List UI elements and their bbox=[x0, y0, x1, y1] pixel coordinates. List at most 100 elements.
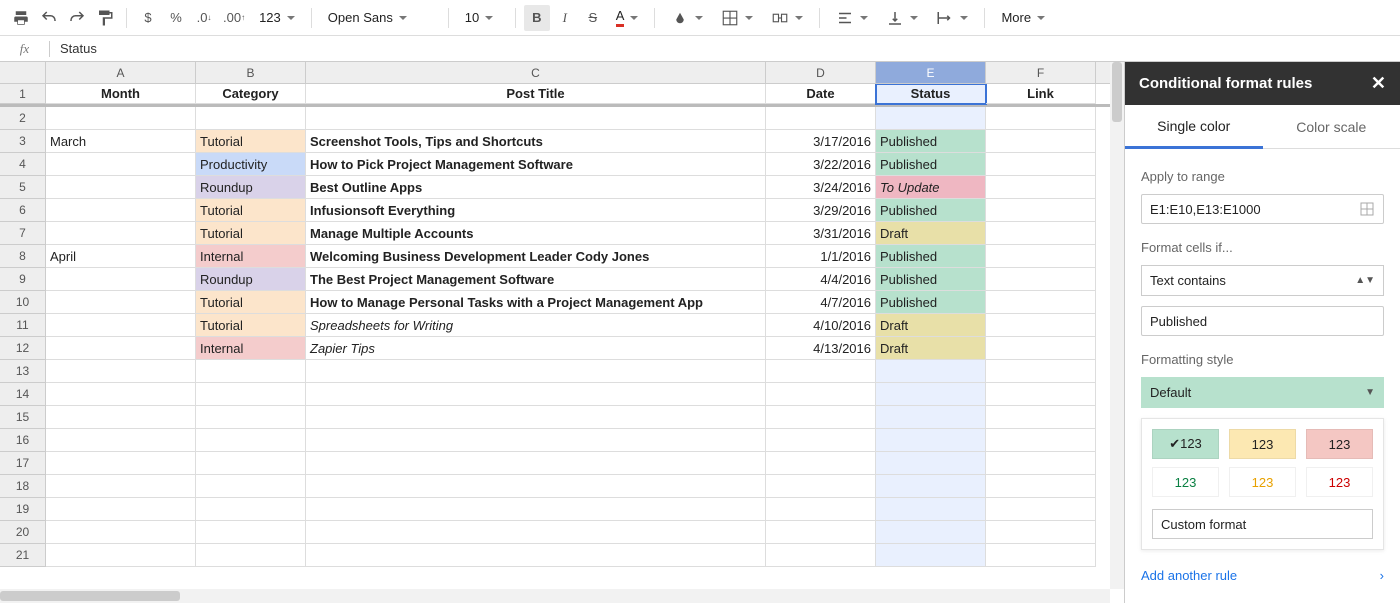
cell[interactable]: Tutorial bbox=[196, 314, 306, 337]
cell[interactable] bbox=[196, 498, 306, 521]
cell[interactable]: 3/22/2016 bbox=[766, 153, 876, 176]
col-header-b[interactable]: B bbox=[196, 62, 306, 83]
spreadsheet-grid[interactable]: A B C D E F 1MonthCategoryPost TitleDate… bbox=[0, 62, 1124, 603]
row-header[interactable]: 11 bbox=[0, 314, 46, 337]
print-icon[interactable] bbox=[8, 5, 34, 31]
cell[interactable]: How to Pick Project Management Software bbox=[306, 153, 766, 176]
cell[interactable] bbox=[876, 383, 986, 406]
cell[interactable] bbox=[46, 475, 196, 498]
cell[interactable] bbox=[766, 475, 876, 498]
cell[interactable] bbox=[766, 521, 876, 544]
bold-button[interactable]: B bbox=[524, 5, 550, 31]
row-header[interactable]: 7 bbox=[0, 222, 46, 245]
cell[interactable] bbox=[306, 521, 766, 544]
cell[interactable] bbox=[876, 521, 986, 544]
row-header[interactable]: 5 bbox=[0, 176, 46, 199]
cell[interactable] bbox=[306, 406, 766, 429]
cell[interactable] bbox=[986, 222, 1096, 245]
row-header[interactable]: 8 bbox=[0, 245, 46, 268]
row-header[interactable]: 16 bbox=[0, 429, 46, 452]
cell[interactable]: Published bbox=[876, 291, 986, 314]
cell[interactable] bbox=[46, 498, 196, 521]
row-header[interactable]: 20 bbox=[0, 521, 46, 544]
cell[interactable] bbox=[986, 406, 1096, 429]
redo-icon[interactable] bbox=[64, 5, 90, 31]
cell[interactable] bbox=[986, 245, 1096, 268]
cell[interactable] bbox=[46, 153, 196, 176]
cell[interactable] bbox=[766, 498, 876, 521]
cell[interactable]: Spreadsheets for Writing bbox=[306, 314, 766, 337]
cell[interactable] bbox=[876, 429, 986, 452]
swatch-yellow-text[interactable]: 123 bbox=[1229, 467, 1296, 497]
cell[interactable] bbox=[46, 544, 196, 567]
valign-dropdown[interactable] bbox=[878, 5, 926, 31]
cell[interactable] bbox=[986, 452, 1096, 475]
formula-input[interactable]: Status bbox=[50, 41, 97, 56]
cell[interactable]: Category bbox=[196, 84, 306, 104]
close-icon[interactable]: ✕ bbox=[1371, 73, 1386, 94]
row-header[interactable]: 4 bbox=[0, 153, 46, 176]
cell[interactable] bbox=[876, 107, 986, 130]
cell[interactable]: Best Outline Apps bbox=[306, 176, 766, 199]
cell[interactable] bbox=[306, 107, 766, 130]
cell[interactable] bbox=[196, 360, 306, 383]
cell[interactable]: Productivity bbox=[196, 153, 306, 176]
merge-dropdown[interactable] bbox=[763, 5, 811, 31]
cell[interactable]: Published bbox=[876, 130, 986, 153]
cell[interactable] bbox=[766, 452, 876, 475]
row-header[interactable]: 3 bbox=[0, 130, 46, 153]
row-header[interactable]: 17 bbox=[0, 452, 46, 475]
cell[interactable]: Infusionsoft Everything bbox=[306, 199, 766, 222]
fill-color-dropdown[interactable] bbox=[663, 5, 711, 31]
cell[interactable]: 3/17/2016 bbox=[766, 130, 876, 153]
row-header[interactable]: 6 bbox=[0, 199, 46, 222]
cell[interactable] bbox=[986, 268, 1096, 291]
swatch-yellow-fill[interactable]: 123 bbox=[1229, 429, 1296, 459]
cell[interactable] bbox=[876, 475, 986, 498]
cell[interactable] bbox=[986, 360, 1096, 383]
cell[interactable]: How to Manage Personal Tasks with a Proj… bbox=[306, 291, 766, 314]
cell[interactable] bbox=[196, 544, 306, 567]
cell[interactable]: Link bbox=[986, 84, 1096, 104]
cell[interactable] bbox=[46, 521, 196, 544]
style-select[interactable]: Default▼ bbox=[1141, 377, 1384, 408]
cell[interactable] bbox=[196, 475, 306, 498]
percent-button[interactable]: % bbox=[163, 5, 189, 31]
cell[interactable]: Zapier Tips bbox=[306, 337, 766, 360]
cell[interactable]: Internal bbox=[196, 245, 306, 268]
swatch-green-fill[interactable]: ✔123 bbox=[1152, 429, 1219, 459]
cell[interactable]: 4/13/2016 bbox=[766, 337, 876, 360]
cell[interactable]: Status bbox=[876, 84, 986, 104]
cell[interactable] bbox=[196, 452, 306, 475]
borders-dropdown[interactable] bbox=[713, 5, 761, 31]
cell[interactable]: Post Title bbox=[306, 84, 766, 104]
row-header[interactable]: 21 bbox=[0, 544, 46, 567]
cell[interactable] bbox=[986, 107, 1096, 130]
cell[interactable] bbox=[46, 429, 196, 452]
row-header[interactable]: 18 bbox=[0, 475, 46, 498]
cell[interactable]: Screenshot Tools, Tips and Shortcuts bbox=[306, 130, 766, 153]
range-input[interactable]: E1:E10,E13:E1000 bbox=[1141, 194, 1384, 225]
vertical-scrollbar[interactable] bbox=[1110, 62, 1124, 589]
cell[interactable] bbox=[876, 360, 986, 383]
col-header-f[interactable]: F bbox=[986, 62, 1096, 83]
cell[interactable]: Month bbox=[46, 84, 196, 104]
cell[interactable] bbox=[766, 383, 876, 406]
row-header[interactable]: 9 bbox=[0, 268, 46, 291]
cell[interactable] bbox=[196, 521, 306, 544]
cell[interactable] bbox=[46, 291, 196, 314]
cell[interactable]: 4/7/2016 bbox=[766, 291, 876, 314]
cell[interactable]: April bbox=[46, 245, 196, 268]
add-rule-link[interactable]: Add another rule› bbox=[1141, 562, 1384, 589]
cell[interactable] bbox=[46, 452, 196, 475]
cell[interactable]: Date bbox=[766, 84, 876, 104]
cell[interactable] bbox=[766, 360, 876, 383]
cell[interactable] bbox=[306, 452, 766, 475]
cell[interactable] bbox=[876, 544, 986, 567]
row-header[interactable]: 13 bbox=[0, 360, 46, 383]
cell[interactable] bbox=[196, 429, 306, 452]
cell[interactable] bbox=[46, 360, 196, 383]
cell[interactable]: Published bbox=[876, 268, 986, 291]
cell[interactable] bbox=[986, 291, 1096, 314]
font-size-dropdown[interactable]: 10 bbox=[457, 5, 507, 31]
